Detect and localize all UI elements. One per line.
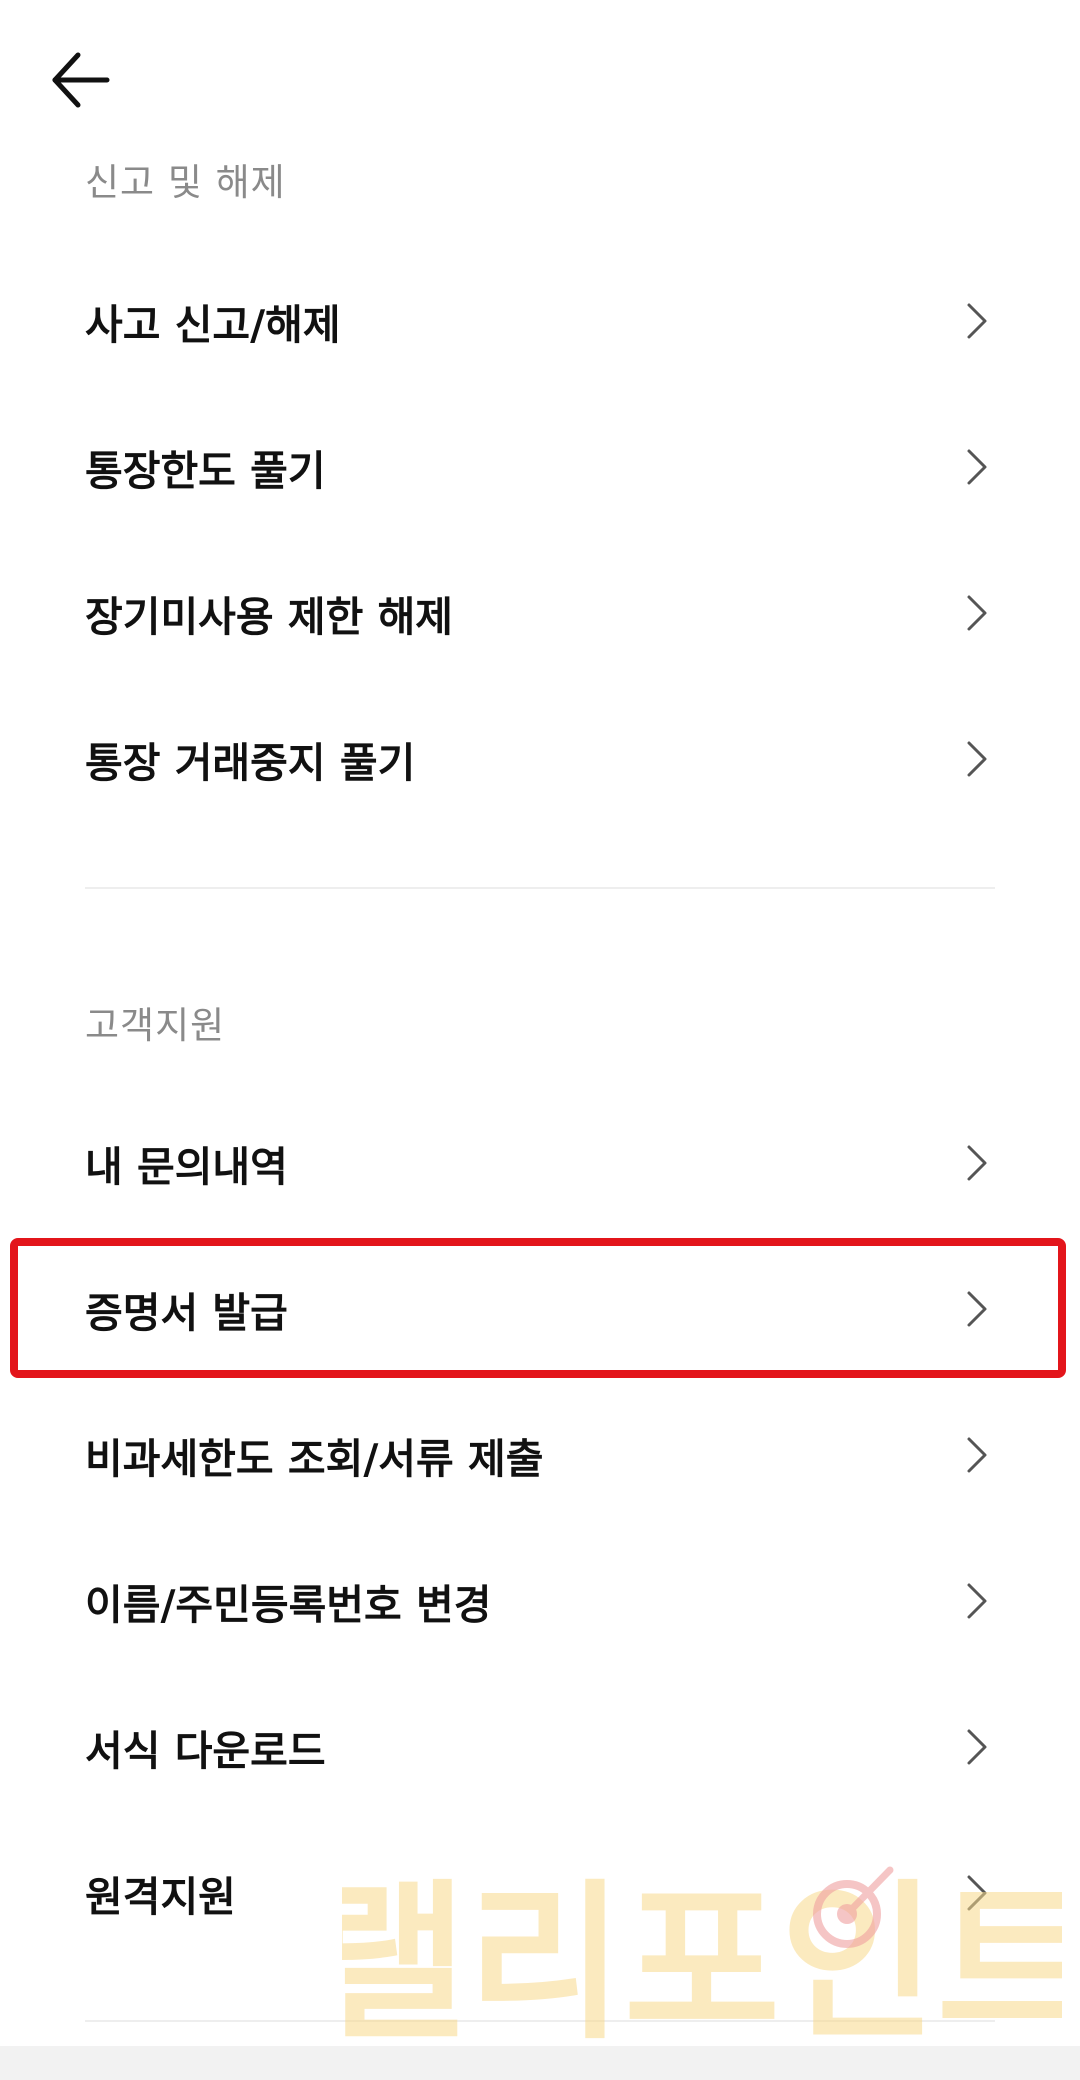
- menu-item-name-id-change[interactable]: 이름/주민등록번호 변경: [0, 1528, 1080, 1674]
- menu-item-remote-support[interactable]: 원격지원: [0, 1820, 1080, 1966]
- section-divider: [85, 887, 995, 889]
- menu-item-label: 장기미사용 제한 해제: [85, 593, 454, 641]
- menu-item-label: 통장한도 풀기: [85, 447, 326, 495]
- arrow-left-icon: [52, 52, 110, 108]
- menu-item-account-limit[interactable]: 통장한도 풀기: [0, 394, 1080, 540]
- menu-item-label: 서식 다운로드: [85, 1727, 326, 1775]
- menu-item-label: 증명서 발급: [85, 1289, 288, 1337]
- menu-item-label: 통장 거래중지 풀기: [85, 739, 416, 787]
- chevron-right-icon: [964, 301, 990, 341]
- section-header-customer-support: 고객지원: [85, 1004, 226, 1047]
- chevron-right-icon: [964, 1435, 990, 1475]
- menu-item-label: 이름/주민등록번호 변경: [85, 1581, 492, 1629]
- chevron-right-icon: [964, 593, 990, 633]
- menu-item-tax-exempt-limit[interactable]: 비과세한도 조회/서류 제출: [0, 1382, 1080, 1528]
- menu-item-label: 원격지원: [85, 1873, 236, 1921]
- back-button[interactable]: [40, 40, 120, 120]
- section-divider: [85, 2020, 995, 2022]
- chevron-right-icon: [964, 1289, 990, 1329]
- menu-item-label: 사고 신고/해제: [85, 301, 341, 349]
- menu-item-dormant-release[interactable]: 장기미사용 제한 해제: [0, 540, 1080, 686]
- menu-item-my-inquiries[interactable]: 내 문의내역: [0, 1090, 1080, 1236]
- chevron-right-icon: [964, 447, 990, 487]
- section-header-report: 신고 및 해제: [85, 161, 286, 204]
- chevron-right-icon: [964, 1581, 990, 1621]
- menu-item-label: 비과세한도 조회/서류 제출: [85, 1435, 544, 1483]
- bottom-band: [0, 2046, 1080, 2080]
- chevron-right-icon: [964, 1727, 990, 1767]
- screen: 신고 및 해제 사고 신고/해제 통장한도 풀기 장기미사용 제한 해제 통장 …: [0, 0, 1080, 2080]
- chevron-right-icon: [964, 1143, 990, 1183]
- menu-item-certificate-issuance[interactable]: 증명서 발급: [0, 1236, 1080, 1382]
- menu-item-form-download[interactable]: 서식 다운로드: [0, 1674, 1080, 1820]
- menu-item-transaction-suspension[interactable]: 통장 거래중지 풀기: [0, 686, 1080, 832]
- menu-item-label: 내 문의내역: [85, 1143, 288, 1191]
- menu-item-accident-report[interactable]: 사고 신고/해제: [0, 248, 1080, 394]
- chevron-right-icon: [964, 739, 990, 779]
- chevron-right-icon: [964, 1873, 990, 1913]
